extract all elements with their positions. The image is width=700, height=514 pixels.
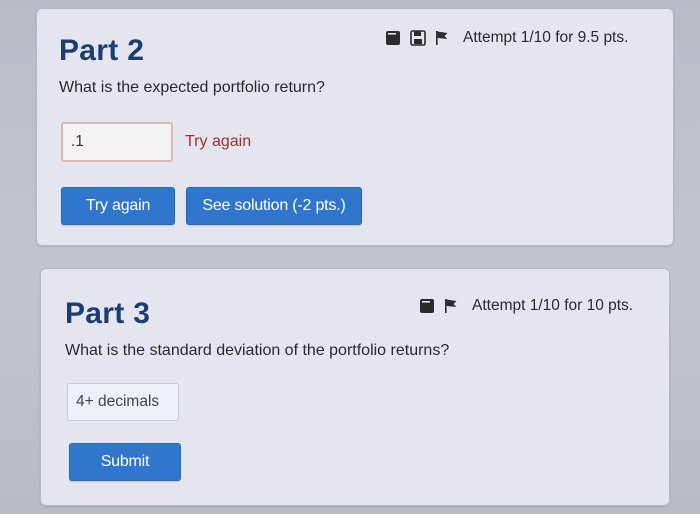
part2-answer-input[interactable]: .1: [61, 122, 173, 162]
part2-title: Part 2: [59, 34, 145, 67]
note-icon[interactable]: [385, 30, 401, 46]
part3-question: What is the standard deviation of the po…: [65, 342, 450, 359]
part3-card: Part 3 Attempt 1/10 for 10 pts. What is …: [40, 268, 670, 506]
flag-icon[interactable]: [444, 298, 458, 314]
part2-feedback-text: Try again: [185, 133, 252, 150]
see-solution-button[interactable]: See solution (-2 pts.): [186, 187, 362, 225]
submit-button[interactable]: Submit: [69, 443, 181, 481]
save-icon[interactable]: [410, 30, 426, 46]
part2-attempt-text: Attempt 1/10 for 9.5 pts.: [463, 29, 629, 46]
part3-answer-input[interactable]: 4+ decimals: [67, 383, 179, 421]
try-again-button[interactable]: Try again: [61, 187, 175, 225]
part3-attempt-text: Attempt 1/10 for 10 pts.: [472, 297, 634, 314]
part2-toolbar: Attempt 1/10 for 9.5 pts.: [385, 29, 628, 47]
note-icon[interactable]: [419, 298, 435, 314]
flag-icon[interactable]: [435, 30, 449, 46]
part2-card: Part 2 Attempt 1/10 for 9.5 pts. What is…: [36, 8, 674, 246]
part3-toolbar: Attempt 1/10 for 10 pts.: [419, 297, 633, 315]
part3-title: Part 3: [65, 297, 151, 330]
part2-question: What is the expected portfolio return?: [59, 79, 325, 96]
